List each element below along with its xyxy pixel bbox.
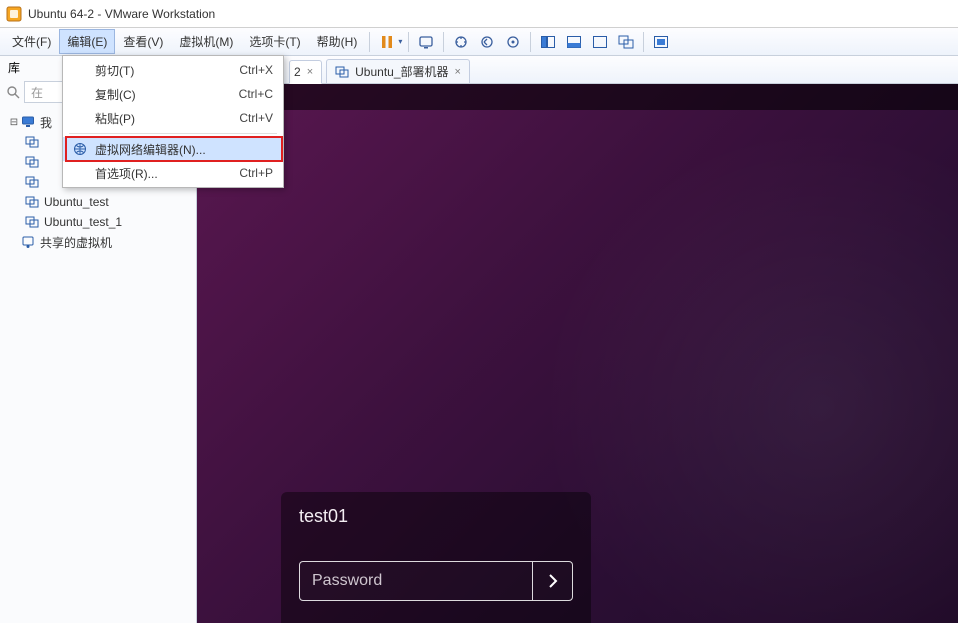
view-console-icon[interactable] — [649, 30, 673, 54]
tree-shared-label: 共享的虚拟机 — [40, 234, 112, 251]
vm-console[interactable]: -machine test01 — [197, 84, 958, 623]
view-thumbnail-icon[interactable] — [562, 30, 586, 54]
vm-icon — [24, 194, 40, 210]
search-icon — [6, 85, 20, 99]
menu-cut-label: 剪切(T) — [91, 62, 239, 79]
tree-shared-vms[interactable]: 共享的虚拟机 — [4, 232, 192, 252]
tab-ubuntu-64-2[interactable]: 2 × — [289, 60, 322, 84]
menu-file[interactable]: 文件(F) — [4, 29, 59, 54]
toolbar-separator — [643, 32, 644, 52]
menu-paste[interactable]: 粘贴(P) Ctrl+V — [63, 106, 283, 130]
menu-edit[interactable]: 编辑(E) — [59, 29, 115, 54]
menu-help[interactable]: 帮助(H) — [309, 29, 366, 54]
tree-item-label: Ubuntu_test_1 — [44, 215, 122, 229]
tree-root-label: 我 — [40, 114, 52, 131]
menubar: 文件(F) 编辑(E) 查看(V) 虚拟机(M) 选项卡(T) 帮助(H) ▾ — [0, 28, 958, 56]
menu-copy-label: 复制(C) — [91, 86, 239, 103]
computer-icon — [20, 114, 36, 130]
tab-label: Ubuntu_部署机器 — [355, 63, 448, 80]
collapse-icon[interactable]: ⊟ — [8, 117, 20, 128]
menu-copy[interactable]: 复制(C) Ctrl+C — [63, 82, 283, 106]
toolbar-separator — [408, 32, 409, 52]
tab-ubuntu-deploy[interactable]: Ubuntu_部署机器 × — [326, 59, 470, 83]
menu-vne-label: 虚拟网络编辑器(N)... — [91, 141, 273, 158]
pause-button[interactable] — [375, 30, 399, 54]
tab-close-icon[interactable]: × — [455, 66, 461, 78]
tabstrip: 2 × Ubuntu_部署机器 × — [197, 56, 958, 84]
vm-icon — [24, 134, 40, 150]
tab-label: 2 — [294, 65, 301, 79]
login-card: test01 — [281, 492, 591, 623]
tree-item-ubuntu-test[interactable]: Ubuntu_test — [4, 192, 192, 212]
menu-preferences[interactable]: 首选项(R)... Ctrl+P — [63, 161, 283, 185]
menu-cut[interactable]: 剪切(T) Ctrl+X — [63, 58, 283, 82]
menu-separator — [69, 133, 277, 134]
login-username[interactable]: test01 — [299, 506, 573, 527]
sidebar-title: 库 — [8, 59, 20, 76]
snapshot-revert-icon[interactable] — [475, 30, 499, 54]
content-area: 2 × Ubuntu_部署机器 × -machine test01 — [197, 56, 958, 623]
view-fullscreen-icon[interactable] — [588, 30, 612, 54]
window-title: Ubuntu 64-2 - VMware Workstation — [28, 7, 215, 21]
menu-copy-shortcut: Ctrl+C — [239, 87, 273, 101]
snapshot-manage-icon[interactable] — [501, 30, 525, 54]
snapshot-take-icon[interactable] — [449, 30, 473, 54]
password-input[interactable] — [300, 572, 532, 590]
toolbar-separator — [530, 32, 531, 52]
pause-dropdown-arrow[interactable]: ▾ — [398, 37, 402, 46]
shared-icon — [20, 234, 36, 250]
menu-prefs-label: 首选项(R)... — [91, 165, 239, 182]
toolbar-separator — [443, 32, 444, 52]
menu-virtual-network-editor[interactable]: 虚拟网络编辑器(N)... — [63, 137, 283, 161]
guest-menubar: -machine — [197, 84, 958, 110]
tree-item-label: Ubuntu_test — [44, 195, 109, 209]
menu-paste-label: 粘贴(P) — [91, 110, 239, 127]
toolbar-separator — [369, 32, 370, 52]
menu-prefs-shortcut: Ctrl+P — [239, 166, 273, 180]
login-submit-button[interactable] — [532, 562, 572, 600]
menu-view[interactable]: 查看(V) — [115, 29, 171, 54]
menu-vm[interactable]: 虚拟机(M) — [171, 29, 241, 54]
vmware-app-icon — [6, 6, 22, 22]
send-ctrl-alt-del-icon[interactable] — [414, 30, 438, 54]
vm-icon — [24, 174, 40, 190]
password-row — [299, 561, 573, 601]
tab-close-icon[interactable]: × — [307, 66, 313, 78]
menu-tabs[interactable]: 选项卡(T) — [241, 29, 308, 54]
window-titlebar: Ubuntu 64-2 - VMware Workstation — [0, 0, 958, 28]
vm-icon — [335, 65, 349, 79]
tree-item-ubuntu-test-1[interactable]: Ubuntu_test_1 — [4, 212, 192, 232]
vm-icon — [24, 214, 40, 230]
menu-cut-shortcut: Ctrl+X — [239, 63, 273, 77]
view-library-icon[interactable] — [536, 30, 560, 54]
vm-icon — [24, 154, 40, 170]
network-icon — [69, 142, 91, 156]
edit-menu-dropdown: 剪切(T) Ctrl+X 复制(C) Ctrl+C 粘贴(P) Ctrl+V 虚… — [62, 55, 284, 188]
menu-paste-shortcut: Ctrl+V — [239, 111, 273, 125]
view-unity-icon[interactable] — [614, 30, 638, 54]
